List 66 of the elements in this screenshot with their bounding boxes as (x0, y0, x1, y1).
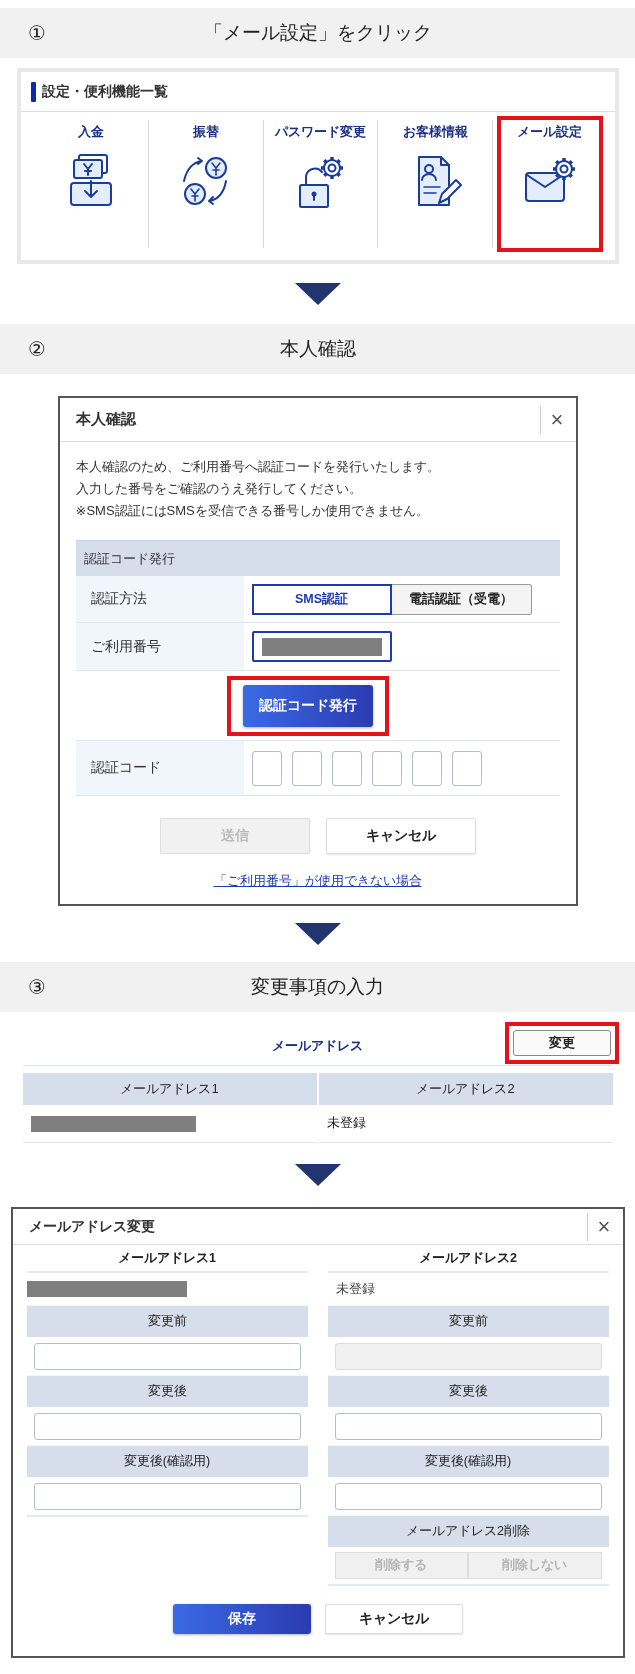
menu-item-label: お客様情報 (402, 124, 468, 141)
down-triangle-icon (294, 923, 341, 945)
field-label: 認証コード (90, 759, 161, 777)
code-digit-field[interactable] (451, 750, 482, 786)
save-button[interactable]: 保存 (172, 1604, 311, 1634)
method-tab[interactable]: 電話認証（受電） (391, 583, 532, 615)
close-button[interactable]: × (586, 1212, 621, 1241)
title-marker (30, 81, 36, 102)
column-header: メールアドレス1 (22, 1073, 317, 1105)
dialog-title: 本人確認 (75, 410, 137, 429)
field-label: 変更後(確認用) (327, 1445, 609, 1477)
column-heading: メールアドレス2 (327, 1245, 609, 1273)
phone-number-field[interactable] (251, 631, 392, 662)
change-button[interactable]: 変更 (512, 1030, 611, 1056)
menu-item[interactable]: メール設定 (496, 116, 603, 252)
column-heading: メールアドレス1 (26, 1245, 308, 1273)
email-input[interactable] (33, 1412, 301, 1440)
field-label: 変更前 (26, 1305, 308, 1337)
code-digit-field[interactable] (371, 750, 402, 786)
instructions-text: ※SMS認証にはSMSを受信できる番号しか使用できません。 (75, 502, 430, 520)
section-title: メールアドレス (272, 1036, 363, 1055)
code-digit-field[interactable] (251, 750, 282, 786)
email-input[interactable] (33, 1482, 301, 1510)
cancel-button[interactable]: キャンセル (325, 818, 476, 854)
dialog-title: メールアドレス変更 (28, 1217, 156, 1236)
column-header: メールアドレス2 (318, 1073, 613, 1105)
card-title: 設定・便利機能一覧 (41, 82, 168, 101)
section-title: 認証コード発行 (83, 549, 175, 568)
cancel-button[interactable]: キャンセル (324, 1604, 463, 1634)
field-label: メールアドレス2削除 (327, 1515, 609, 1547)
menu-item-label: パスワード変更 (275, 124, 366, 141)
email-input[interactable] (33, 1342, 301, 1370)
close-button[interactable]: × (539, 405, 574, 434)
menu-item-label: メール設定 (517, 124, 583, 141)
code-digit-field[interactable] (331, 750, 362, 786)
menu-item[interactable]: 入金 (38, 116, 145, 252)
field-label: 認証方法 (90, 590, 147, 608)
menu-item[interactable]: パスワード変更 (267, 116, 374, 252)
issue-code-button[interactable]: 認証コード発行 (242, 684, 373, 727)
field-label: ご利用番号 (90, 637, 161, 656)
email-input[interactable] (334, 1482, 602, 1510)
code-digit-field[interactable] (291, 750, 322, 786)
down-triangle-icon (294, 1164, 341, 1186)
menu-item[interactable]: お客様情報 (382, 116, 489, 252)
menu-item-label: 入金 (78, 124, 105, 141)
step-number: ② (28, 337, 46, 361)
method-tab[interactable]: SMS認証 (251, 583, 392, 615)
step-title: 本人確認 (279, 337, 356, 361)
value-text: 未登録 (326, 1115, 366, 1132)
menu-item[interactable]: 振替 (152, 116, 259, 252)
instructions-text: 本人確認のため、ご利用番号へ認証コードを発行いたします。 (75, 458, 441, 476)
field-label: 変更後(確認用) (26, 1445, 308, 1477)
instructions-text: 入力した番号をご確認のうえ発行してください。 (75, 480, 363, 498)
help-link[interactable]: 「ご利用番号」が使用できない場合 (213, 872, 422, 890)
down-triangle-icon (294, 283, 341, 305)
step-title: 「メール設定」をクリック (203, 21, 432, 45)
field-label: 変更後 (26, 1375, 308, 1407)
email-input[interactable] (334, 1412, 602, 1440)
step-title: 変更事項の入力 (251, 975, 384, 999)
code-digit-field[interactable] (411, 750, 442, 786)
step-number: ③ (28, 975, 46, 999)
step-number: ① (28, 21, 46, 45)
menu-item-label: 振替 (192, 124, 219, 141)
value-text: 未登録 (335, 1280, 375, 1298)
field-label: 変更後 (327, 1375, 609, 1407)
field-label: 変更前 (327, 1305, 609, 1337)
